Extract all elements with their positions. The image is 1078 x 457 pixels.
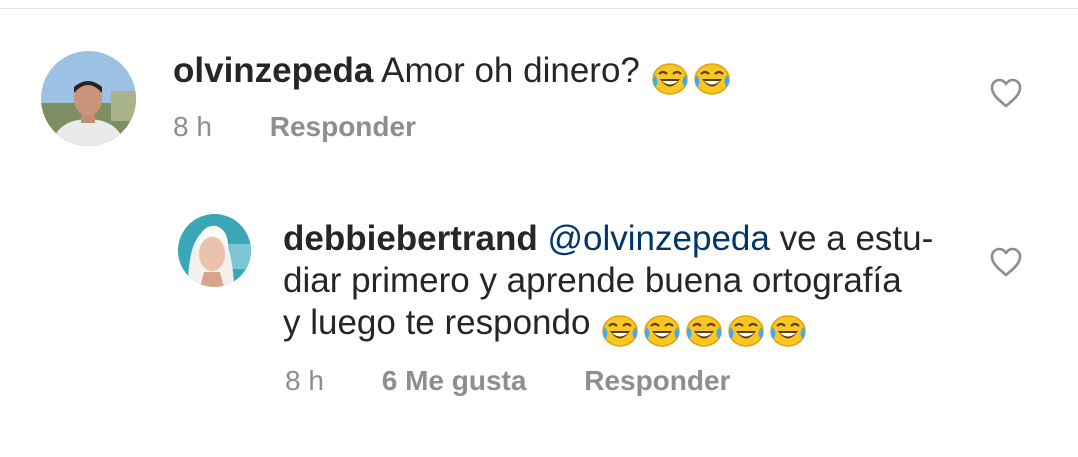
mention-link[interactable]: @olvinzepeda xyxy=(548,219,770,258)
likes-count-link[interactable]: 6 Me gusta xyxy=(382,364,527,398)
like-heart-icon[interactable] xyxy=(989,246,1023,278)
avatar-olvinzepeda[interactable] xyxy=(41,51,136,146)
reply-button[interactable]: Responder xyxy=(584,364,730,398)
comment-line-3: y luego te respondo xyxy=(283,302,963,350)
emoji-row-1 xyxy=(650,56,734,98)
comment-text-2: debbiebertrand @olvinzepeda ve a estu- d… xyxy=(283,218,963,350)
timestamp: 8 h xyxy=(285,365,324,396)
comment-line-1: debbiebertrand @olvinzepeda ve a estu- xyxy=(283,218,963,260)
crying-laughing-emoji-icon xyxy=(684,314,724,348)
username-debbiebertrand[interactable]: debbiebertrand xyxy=(283,219,538,258)
crying-laughing-emoji-icon xyxy=(726,314,766,348)
crying-laughing-emoji-icon xyxy=(768,314,808,348)
crying-laughing-emoji-icon xyxy=(642,314,682,348)
avatar-debbiebertrand[interactable] xyxy=(178,214,251,287)
username-olvinzepeda[interactable]: olvinzepeda xyxy=(173,51,373,90)
comment-body-2c: y luego te respondo xyxy=(283,303,591,342)
comment-meta-2: 8 h 6 Me gusta Responder xyxy=(285,364,730,398)
comment-line-2: diar primero y aprende buena ortografía xyxy=(283,261,902,300)
comment-text-1: olvinzepeda Amor oh dinero? xyxy=(173,50,734,98)
like-heart-icon[interactable] xyxy=(989,77,1023,109)
comment-meta-1: 8 h Responder xyxy=(173,110,416,144)
crying-laughing-emoji-icon xyxy=(600,314,640,348)
comment-body-2a: ve a estu- xyxy=(779,219,934,258)
top-divider xyxy=(0,8,1078,9)
crying-laughing-emoji-icon xyxy=(692,62,732,96)
timestamp: 8 h xyxy=(173,111,212,142)
emoji-row-2 xyxy=(600,308,810,350)
comment-body-1: Amor oh dinero? xyxy=(381,51,640,90)
reply-button[interactable]: Responder xyxy=(270,110,416,144)
crying-laughing-emoji-icon xyxy=(650,62,690,96)
